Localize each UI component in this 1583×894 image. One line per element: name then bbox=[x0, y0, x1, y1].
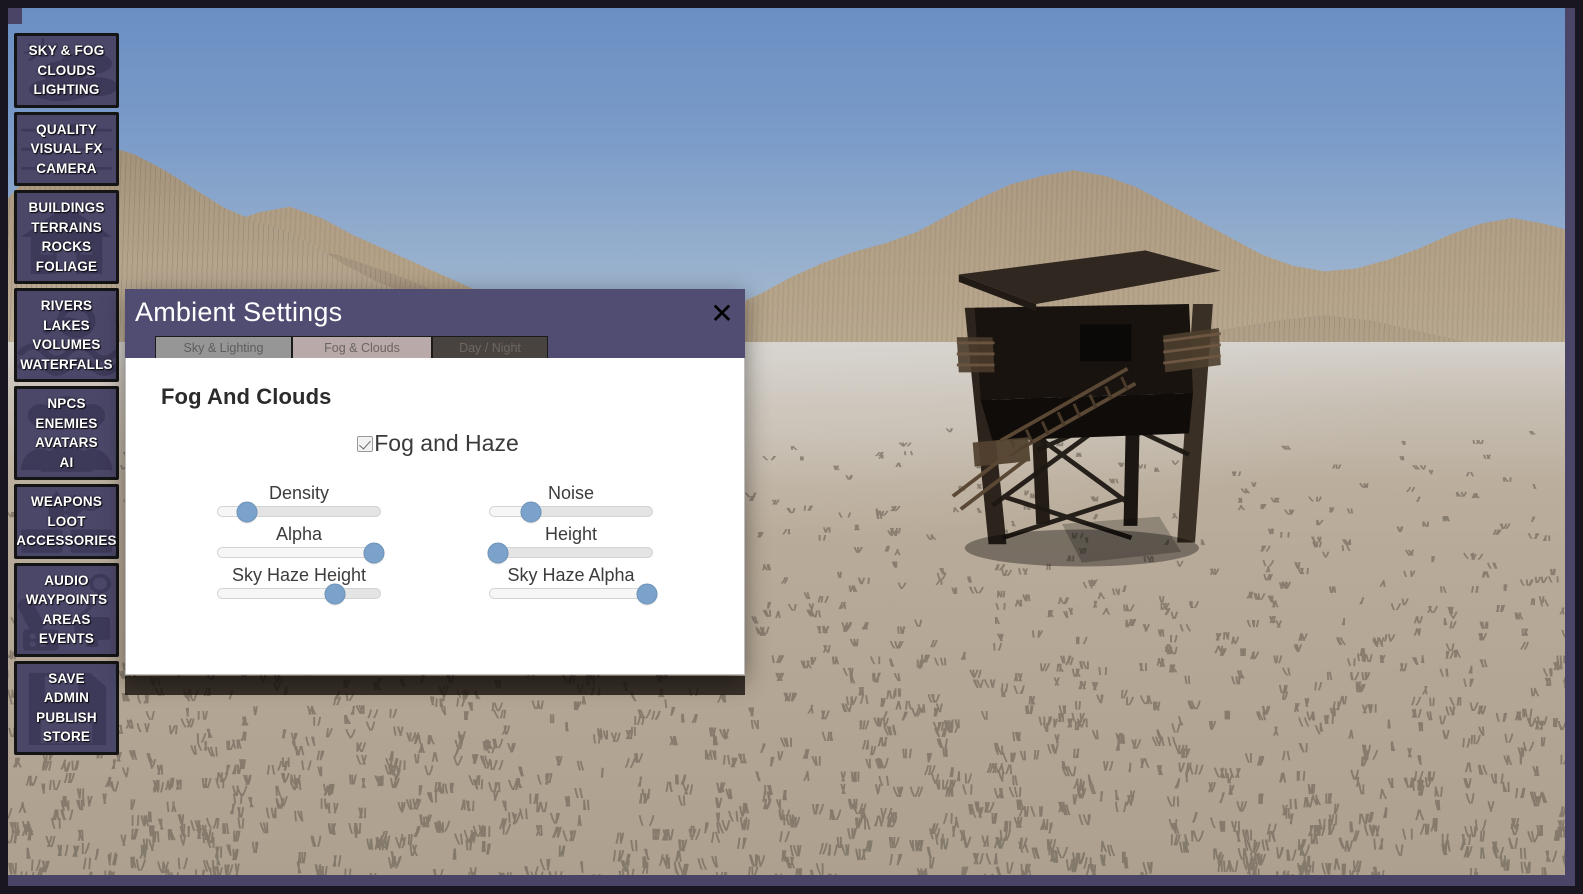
slider-group-height: Height bbox=[487, 524, 653, 563]
tab-fog-and-clouds[interactable]: Fog & Clouds bbox=[292, 336, 432, 358]
sidebar-item-label: QUALITY VISUAL FX CAMERA bbox=[28, 115, 104, 184]
slider-alpha[interactable] bbox=[217, 542, 385, 563]
slider-thumb-sky-haze-alpha[interactable] bbox=[636, 583, 658, 604]
dialog-tabbar: Sky & Lighting Fog & Clouds Day / Night bbox=[125, 336, 745, 358]
sidebar-label-line: VOLUMES bbox=[32, 337, 101, 352]
sidebar-label-line: WATERFALLS bbox=[20, 356, 113, 372]
slider-noise[interactable] bbox=[489, 501, 653, 522]
fog-and-haze-label[interactable]: Fog and Haze bbox=[374, 432, 518, 455]
watchtower-model bbox=[933, 219, 1231, 570]
window-frame-left bbox=[0, 0, 8, 894]
sidebar-item-npcs-enemies-avatars-ai[interactable]: NPCS ENEMIES AVATARS AI bbox=[14, 386, 119, 480]
sidebar-label-line: WEAPONS bbox=[30, 494, 103, 509]
slider-grid: Density Alpha Sky Haze Height Noise Heig… bbox=[126, 483, 744, 606]
slider-group-density: Density bbox=[217, 483, 381, 522]
tab-day-night[interactable]: Day / Night bbox=[432, 336, 548, 358]
sidebar-label-line: ADMIN bbox=[43, 690, 90, 705]
slider-group-alpha: Alpha bbox=[217, 524, 385, 563]
slider-thumb-sky-haze-height[interactable] bbox=[324, 583, 346, 604]
sidebar-label-line: ROCKS bbox=[41, 239, 92, 254]
slider-thumb-alpha[interactable] bbox=[363, 542, 385, 563]
sidebar-label-line: NPCS bbox=[47, 396, 86, 411]
sidebar-item-label: SAVE ADMIN PUBLISH STORE bbox=[34, 664, 99, 752]
sidebar-item-buildings-terrains-rocks-foliage[interactable]: BUILDINGS TERRAINS ROCKS FOLIAGE bbox=[14, 190, 119, 284]
slider-height[interactable] bbox=[487, 542, 653, 563]
sidebar-label-line: AUDIO bbox=[44, 572, 89, 588]
window-frame-top bbox=[0, 0, 1583, 8]
dialog-titlebar: Ambient Settings ✕ bbox=[125, 289, 745, 338]
sidebar-item-label: SKY & FOG CLOUDS LIGHTING bbox=[27, 36, 107, 105]
sidebar-label-line: QUALITY bbox=[36, 121, 97, 137]
sidebar-item-label: RIVERS LAKES VOLUMES WATERFALLS bbox=[18, 291, 115, 379]
sidebar-label-line: WAYPOINTS bbox=[25, 592, 108, 607]
slider-label-height: Height bbox=[544, 524, 598, 544]
sidebar-label-line: LOOT bbox=[47, 513, 86, 529]
frame-accent-bottom bbox=[0, 875, 1583, 886]
sidebar-label-line: EVENTS bbox=[38, 631, 95, 646]
sidebar-item-rivers-lakes-volumes-waterfalls[interactable]: RIVERS LAKES VOLUMES WATERFALLS bbox=[14, 288, 119, 382]
sidebar-item-sky-fog-clouds-lighting[interactable]: SKY & FOG CLOUDS LIGHTING bbox=[14, 33, 119, 108]
window-frame-bottom bbox=[0, 886, 1583, 894]
sidebar-label-line: LAKES bbox=[43, 317, 90, 333]
game-viewport: SKY & FOG CLOUDS LIGHTING QUALITY VISUAL… bbox=[0, 0, 1583, 894]
close-icon[interactable]: ✕ bbox=[709, 299, 735, 327]
sidebar-item-quality-visual-fx-camera[interactable]: QUALITY VISUAL FX CAMERA bbox=[14, 111, 119, 186]
slider-density[interactable] bbox=[217, 501, 381, 522]
sidebar-label-line: AVATARS bbox=[35, 435, 98, 450]
left-toolbar: SKY & FOG CLOUDS LIGHTING QUALITY VISUAL… bbox=[14, 33, 119, 755]
sidebar-item-save-admin-publish-store[interactable]: SAVE ADMIN PUBLISH STORE bbox=[14, 660, 119, 755]
sidebar-label-line: ENEMIES bbox=[35, 415, 98, 431]
slider-label-sky-haze-height: Sky Haze Height bbox=[231, 565, 367, 585]
section-heading: Fog And Clouds bbox=[161, 384, 332, 409]
slider-label-sky-haze-alpha: Sky Haze Alpha bbox=[507, 565, 635, 585]
sidebar-label-line: SKY & FOG bbox=[28, 43, 105, 58]
window-frame-right bbox=[1575, 0, 1583, 894]
sidebar-label-line: TERRAINS bbox=[31, 219, 102, 235]
sidebar-label-line: STORE bbox=[42, 729, 91, 744]
fog-and-haze-row: Fog and Haze bbox=[126, 432, 744, 455]
sidebar-item-audio-waypoints-areas-events[interactable]: AUDIO WAYPOINTS AREAS EVENTS bbox=[14, 562, 119, 657]
sidebar-item-weapons-loot-accessories[interactable]: WEAPONS LOOT ACCESSORIES bbox=[14, 484, 119, 559]
ambient-settings-dialog: Ambient Settings ✕ Sky & Lighting Fog & … bbox=[125, 289, 745, 675]
frame-accent bbox=[8, 8, 22, 24]
sidebar-label-line: AREAS bbox=[42, 611, 91, 627]
slider-column-left: Density Alpha Sky Haze Height bbox=[217, 483, 385, 606]
sidebar-label-line: AI bbox=[59, 454, 74, 470]
slider-label-noise: Noise bbox=[547, 483, 595, 503]
sidebar-label-line: SAVE bbox=[48, 670, 85, 686]
fog-and-haze-checkbox[interactable] bbox=[357, 435, 374, 452]
slider-thumb-height[interactable] bbox=[487, 542, 509, 563]
slider-sky-haze-alpha[interactable] bbox=[489, 583, 658, 604]
frame-accent-right bbox=[1565, 0, 1575, 894]
sidebar-label-line: CLOUDS bbox=[37, 62, 96, 78]
sidebar-label-line: FOLIAGE bbox=[35, 258, 98, 274]
sidebar-label-line: VISUAL FX bbox=[30, 141, 103, 156]
slider-sky-haze-height[interactable] bbox=[217, 583, 381, 604]
dialog-drop-shadow bbox=[125, 676, 745, 695]
slider-fill bbox=[218, 589, 335, 598]
slider-group-sky-haze-alpha: Sky Haze Alpha bbox=[489, 565, 658, 604]
slider-column-right: Noise Height Sky Haze Alpha bbox=[487, 483, 658, 606]
tab-sky-and-lighting[interactable]: Sky & Lighting bbox=[155, 336, 292, 358]
slider-group-noise: Noise bbox=[489, 483, 653, 522]
slider-label-density: Density bbox=[268, 483, 330, 503]
sidebar-label-line: CAMERA bbox=[36, 160, 97, 176]
sidebar-item-label: NPCS ENEMIES AVATARS AI bbox=[33, 389, 100, 477]
sidebar-label-line: ACCESSORIES bbox=[16, 533, 117, 548]
sidebar-label-line: BUILDINGS bbox=[28, 200, 105, 215]
dialog-content: Fog And Clouds Fog and Haze Density Alph… bbox=[125, 358, 745, 675]
page-title: Ambient Settings bbox=[135, 297, 343, 327]
slider-thumb-noise[interactable] bbox=[520, 501, 541, 522]
slider-group-sky-haze-height: Sky Haze Height bbox=[217, 565, 381, 604]
sidebar-label-line: PUBLISH bbox=[36, 709, 97, 725]
sidebar-label-line: RIVERS bbox=[40, 298, 93, 313]
sidebar-item-label: WEAPONS LOOT ACCESSORIES bbox=[16, 487, 117, 556]
sidebar-item-label: BUILDINGS TERRAINS ROCKS FOLIAGE bbox=[26, 193, 106, 281]
slider-fill bbox=[218, 548, 374, 557]
sidebar-item-label: AUDIO WAYPOINTS AREAS EVENTS bbox=[24, 566, 110, 654]
sidebar-label-line: LIGHTING bbox=[33, 82, 100, 97]
slider-thumb-density[interactable] bbox=[236, 501, 258, 522]
slider-label-alpha: Alpha bbox=[275, 524, 323, 544]
slider-fill bbox=[490, 589, 648, 598]
